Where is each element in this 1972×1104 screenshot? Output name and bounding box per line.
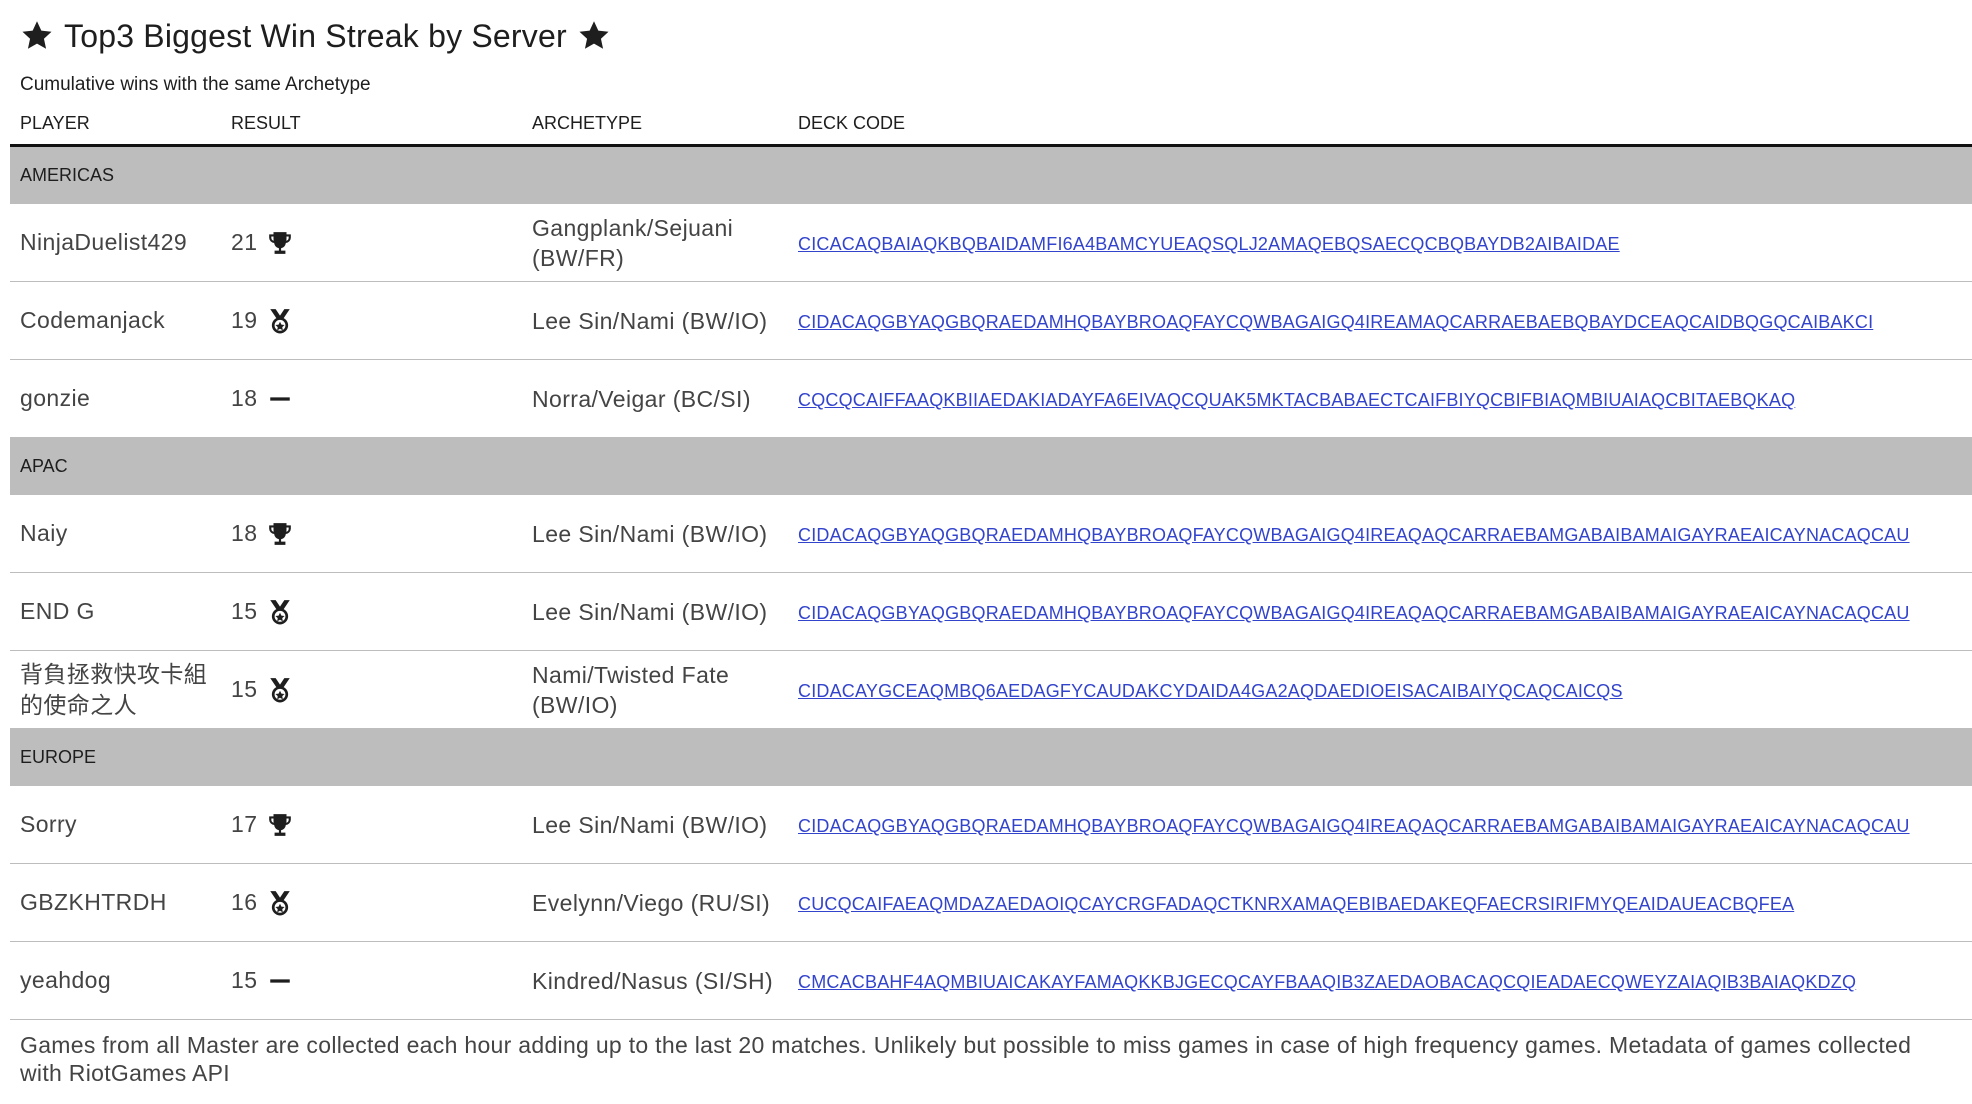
deck-code-link[interactable]: CIDACAYGCEAQMBQ6AEDAGFYCAUDAKCYDAIDA4GA2… <box>798 681 1623 701</box>
star-icon <box>577 19 611 53</box>
archetype: Lee Sin/Nami (BW/IO) <box>522 572 788 651</box>
win-count: 16 <box>231 888 258 915</box>
result-cell: 15 <box>221 650 522 729</box>
result-cell: 18 <box>221 359 522 438</box>
page-header: Top3 Biggest Win Streak by Server Cumula… <box>20 14 1940 96</box>
win-streak-table: PLAYER RESULT ARCHETYPE DECK CODE AMERIC… <box>10 102 1972 1020</box>
player-name: yeahdog <box>10 941 221 1020</box>
deck-code-cell: CIDACAQGBYAQGBQRAEDAMHQBAYBROAQFAYCQWBAG… <box>788 572 1972 651</box>
deck-code-link[interactable]: CIDACAQGBYAQGBQRAEDAMHQBAYBROAQFAYCQWBAG… <box>798 312 1873 332</box>
player-name: Sorry <box>10 786 221 864</box>
region-row: APAC <box>10 437 1972 495</box>
win-count: 18 <box>231 384 258 411</box>
result-cell: 21 <box>221 204 522 282</box>
region-label: EUROPE <box>10 728 1972 786</box>
result-cell: 17 <box>221 786 522 864</box>
dash-icon <box>267 386 293 412</box>
trophy-icon <box>267 230 293 256</box>
archetype: Lee Sin/Nami (BW/IO) <box>522 495 788 573</box>
result-cell: 15 <box>221 941 522 1020</box>
trophy-icon <box>267 812 293 838</box>
win-count: 19 <box>231 306 258 333</box>
player-name: NinjaDuelist429 <box>10 204 221 282</box>
archetype: Evelynn/Viego (RU/SI) <box>522 863 788 942</box>
player-name: gonzie <box>10 359 221 438</box>
deck-code-link[interactable]: CMCACBAHF4AQMBIUAICAKAYFAMAQKKBJGECQCAYF… <box>798 972 1856 992</box>
archetype: Nami/Twisted Fate (BW/IO) <box>522 650 788 729</box>
result-cell: 15 <box>221 572 522 651</box>
deck-code-cell: CMCACBAHF4AQMBIUAICAKAYFAMAQKKBJGECQCAYF… <box>788 941 1972 1020</box>
archetype: Kindred/Nasus (SI/SH) <box>522 941 788 1020</box>
archetype: Lee Sin/Nami (BW/IO) <box>522 281 788 360</box>
archetype: Norra/Veigar (BC/SI) <box>522 359 788 438</box>
medal-icon <box>267 890 293 916</box>
table-header-row: PLAYER RESULT ARCHETYPE DECK CODE <box>10 102 1972 147</box>
region-label: AMERICAS <box>10 145 1972 204</box>
column-header-archetype: ARCHETYPE <box>522 102 788 147</box>
table-row: Codemanjack 19 Lee Sin/Nami (BW/IO) CIDACAQ… <box>10 281 1972 360</box>
deck-code-cell: CICACAQBAIAQKBQBAIDAMFI6A4BAMCYUEAQSQLJ2… <box>788 204 1972 282</box>
deck-code-link[interactable]: CICACAQBAIAQKBQBAIDAMFI6A4BAMCYUEAQSQLJ2… <box>798 234 1620 254</box>
table-row: Sorry 17 Lee Sin/Nami (BW/IO) CIDACAQGBYAQG… <box>10 786 1972 864</box>
table-row: NinjaDuelist429 21 Gangplank/Sejuani (BW/F… <box>10 204 1972 282</box>
archetype: Gangplank/Sejuani (BW/FR) <box>522 204 788 282</box>
win-count: 15 <box>231 597 258 624</box>
player-name: Codemanjack <box>10 281 221 360</box>
deck-code-link[interactable]: CQCQCAIFFAAQKBIIAEDAKIADAYFA6EIVAQCQUAK5… <box>798 390 1795 410</box>
deck-code-cell: CIDACAYGCEAQMBQ6AEDAGFYCAUDAKCYDAIDA4GA2… <box>788 650 1972 729</box>
medal-icon <box>267 677 293 703</box>
deck-code-link[interactable]: CIDACAQGBYAQGBQRAEDAMHQBAYBROAQFAYCQWBAG… <box>798 525 1910 545</box>
deck-code-cell: CUCQCAIFAEAQMDAZAEDAOIQCAYCRGFADAQCTKNRX… <box>788 863 1972 942</box>
win-count: 15 <box>231 675 258 702</box>
deck-code-cell: CIDACAQGBYAQGBQRAEDAMHQBAYBROAQFAYCQWBAG… <box>788 786 1972 864</box>
page: Top3 Biggest Win Streak by Server Cumula… <box>0 0 1972 1104</box>
deck-code-link[interactable]: CUCQCAIFAEAQMDAZAEDAOIQCAYCRGFADAQCTKNRX… <box>798 894 1794 914</box>
table-row: Naiy 18 Lee Sin/Nami (BW/IO) CIDACAQGBYAQGB… <box>10 495 1972 573</box>
player-name: GBZKHTRDH <box>10 863 221 942</box>
footer-note: Games from all Master are collected each… <box>20 1032 1912 1086</box>
table-row: GBZKHTRDH 16 Evelynn/Viego (RU/SI) CUCQCAIF… <box>10 863 1972 942</box>
result-cell: 16 <box>221 863 522 942</box>
win-count: 18 <box>231 519 258 546</box>
medal-icon <box>267 599 293 625</box>
page-subtitle: Cumulative wins with the same Archetype <box>20 74 371 95</box>
column-header-result: RESULT <box>221 102 522 147</box>
deck-code-link[interactable]: CIDACAQGBYAQGBQRAEDAMHQBAYBROAQFAYCQWBAG… <box>798 816 1910 836</box>
dash-icon <box>267 968 293 994</box>
deck-code-link[interactable]: CIDACAQGBYAQGBQRAEDAMHQBAYBROAQFAYCQWBAG… <box>798 603 1910 623</box>
player-name: Naiy <box>10 495 221 573</box>
table-row: END G 15 Lee Sin/Nami (BW/IO) CIDACAQGBYAQG… <box>10 572 1972 651</box>
archetype: Lee Sin/Nami (BW/IO) <box>522 786 788 864</box>
region-row: AMERICAS <box>10 145 1972 204</box>
result-cell: 18 <box>221 495 522 573</box>
table-row: gonzie 18 Norra/Veigar (BC/SI) CQCQCAIFFAAQ… <box>10 359 1972 438</box>
region-label: APAC <box>10 437 1972 495</box>
player-name: END G <box>10 572 221 651</box>
table-body: AMERICAS NinjaDuelist429 21 Gangplank/Sejua… <box>10 145 1972 1020</box>
deck-code-cell: CIDACAQGBYAQGBQRAEDAMHQBAYBROAQFAYCQWBAG… <box>788 281 1972 360</box>
deck-code-cell: CQCQCAIFFAAQKBIIAEDAKIADAYFA6EIVAQCQUAK5… <box>788 359 1972 438</box>
page-title: Top3 Biggest Win Streak by Server <box>64 17 567 54</box>
star-icon <box>20 19 54 53</box>
trophy-icon <box>267 521 293 547</box>
player-name: 背負拯救快攻卡組的使命之人 <box>10 650 221 729</box>
medal-icon <box>267 308 293 334</box>
result-cell: 19 <box>221 281 522 360</box>
win-count: 21 <box>231 228 258 255</box>
title-row: Top3 Biggest Win Streak by Server <box>20 14 1940 58</box>
region-row: EUROPE <box>10 728 1972 786</box>
win-count: 17 <box>231 810 258 837</box>
table-row: 背負拯救快攻卡組的使命之人 15 Nami/Twisted Fate (BW/IO)… <box>10 650 1972 729</box>
table-row: yeahdog 15 Kindred/Nasus (SI/SH) CMCACBAHF4… <box>10 941 1972 1020</box>
column-header-deck-code: DECK CODE <box>788 102 1972 147</box>
win-count: 15 <box>231 966 258 993</box>
deck-code-cell: CIDACAQGBYAQGBQRAEDAMHQBAYBROAQFAYCQWBAG… <box>788 495 1972 573</box>
column-header-player: PLAYER <box>10 102 221 147</box>
